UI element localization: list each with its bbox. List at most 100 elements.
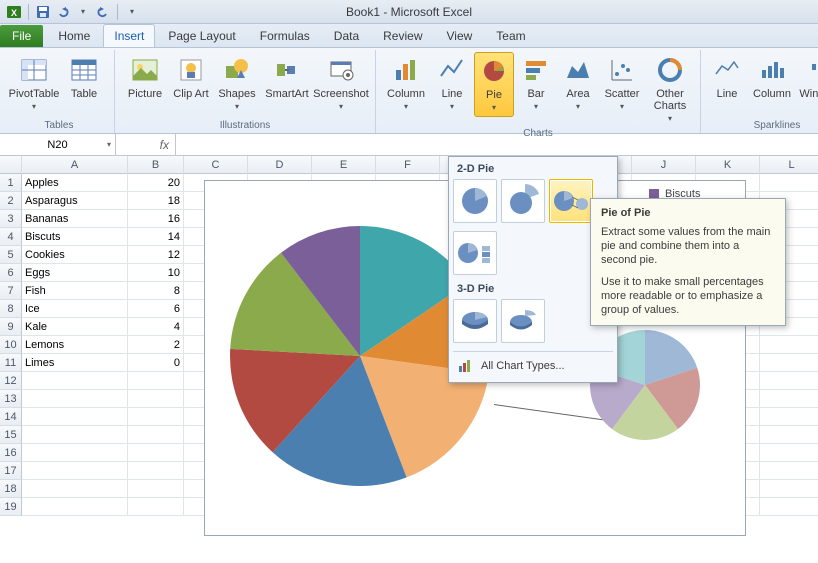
row-header[interactable]: 7 [0,282,22,300]
pie-type-pie-of-pie[interactable] [549,179,593,223]
formula-input[interactable] [176,134,818,155]
cell[interactable] [22,390,128,408]
col-header[interactable]: A [22,156,128,174]
cell[interactable]: 0 [128,354,184,372]
col-header[interactable]: D [248,156,312,174]
cell[interactable] [22,480,128,498]
row-header[interactable]: 3 [0,210,22,228]
cell[interactable]: 4 [128,318,184,336]
sparkline-line-button[interactable]: Line [707,52,747,102]
shapes-button[interactable]: Shapes▾ [213,52,261,115]
cell[interactable] [760,390,818,408]
row-header[interactable]: 13 [0,390,22,408]
table-button[interactable]: Table [60,52,108,102]
tab-data[interactable]: Data [323,24,370,47]
cell[interactable] [22,498,128,516]
cell[interactable]: Apples [22,174,128,192]
row-header[interactable]: 9 [0,318,22,336]
cell[interactable] [128,444,184,462]
picture-button[interactable]: Picture [121,52,169,102]
cell[interactable] [22,372,128,390]
cell[interactable]: Bananas [22,210,128,228]
cell[interactable]: 6 [128,300,184,318]
cell[interactable] [760,462,818,480]
tab-formulas[interactable]: Formulas [249,24,321,47]
tab-team[interactable]: Team [485,24,536,47]
cell[interactable]: 16 [128,210,184,228]
cell[interactable] [128,390,184,408]
cell[interactable] [128,498,184,516]
cell[interactable] [760,426,818,444]
col-header[interactable]: C [184,156,248,174]
undo-dropdown-icon[interactable]: ▾ [75,4,91,20]
col-header[interactable]: L [760,156,818,174]
cell[interactable] [128,480,184,498]
row-header[interactable]: 15 [0,426,22,444]
pie-chart-button[interactable]: Pie▾ [474,52,514,117]
undo-icon[interactable] [55,4,71,20]
pie-type-pie[interactable] [453,179,497,223]
cell[interactable] [760,336,818,354]
all-chart-types-menu[interactable]: All Chart Types... [453,354,613,378]
tab-insert[interactable]: Insert [103,24,155,47]
cell[interactable]: Limes [22,354,128,372]
col-header[interactable]: K [696,156,760,174]
cell[interactable] [760,354,818,372]
cell[interactable] [22,408,128,426]
cell[interactable]: 12 [128,246,184,264]
cell[interactable]: Eggs [22,264,128,282]
cell[interactable] [760,444,818,462]
col-header[interactable]: F [376,156,440,174]
cell[interactable]: 18 [128,192,184,210]
qat-customize-icon[interactable]: ▾ [124,4,140,20]
fx-button[interactable]: fx [116,134,176,155]
tab-home[interactable]: Home [47,24,101,47]
save-icon[interactable] [35,4,51,20]
row-header[interactable]: 4 [0,228,22,246]
col-header[interactable]: B [128,156,184,174]
area-chart-button[interactable]: Area▾ [558,52,598,115]
row-header[interactable]: 18 [0,480,22,498]
line-chart-button[interactable]: Line▾ [432,52,472,115]
scatter-chart-button[interactable]: Scatter▾ [600,52,644,115]
tab-view[interactable]: View [436,24,484,47]
cell[interactable] [128,408,184,426]
pie-type-3d-exploded[interactable] [501,299,545,343]
cell[interactable] [760,372,818,390]
cell[interactable]: 20 [128,174,184,192]
cell[interactable] [760,408,818,426]
column-chart-button[interactable]: Column▾ [382,52,430,115]
cell[interactable]: 10 [128,264,184,282]
other-charts-button[interactable]: Other Charts▾ [646,52,694,127]
clipart-button[interactable]: Clip Art [171,52,211,102]
pivottable-button[interactable]: PivotTable▾ [10,52,58,115]
cell[interactable] [128,462,184,480]
file-tab[interactable]: File [0,25,43,47]
cell[interactable]: Biscuts [22,228,128,246]
select-all-corner[interactable] [0,156,22,174]
cell[interactable]: Ice [22,300,128,318]
row-header[interactable]: 10 [0,336,22,354]
cell[interactable]: Fish [22,282,128,300]
redo-icon[interactable] [95,4,111,20]
row-header[interactable]: 16 [0,444,22,462]
cell[interactable] [22,426,128,444]
row-header[interactable]: 11 [0,354,22,372]
col-header[interactable]: E [312,156,376,174]
row-header[interactable]: 8 [0,300,22,318]
row-header[interactable]: 5 [0,246,22,264]
cell[interactable] [128,372,184,390]
cell[interactable] [22,462,128,480]
cell[interactable] [760,174,818,192]
cell[interactable] [760,480,818,498]
cell[interactable]: Kale [22,318,128,336]
row-header[interactable]: 14 [0,408,22,426]
cell[interactable]: 14 [128,228,184,246]
cell[interactable]: Asparagus [22,192,128,210]
sparkline-winloss-button[interactable]: Win/Loss [797,52,818,102]
cell[interactable]: Cookies [22,246,128,264]
row-header[interactable]: 6 [0,264,22,282]
cell[interactable] [760,498,818,516]
sparkline-column-button[interactable]: Column [749,52,795,102]
smartart-button[interactable]: SmartArt [263,52,311,102]
